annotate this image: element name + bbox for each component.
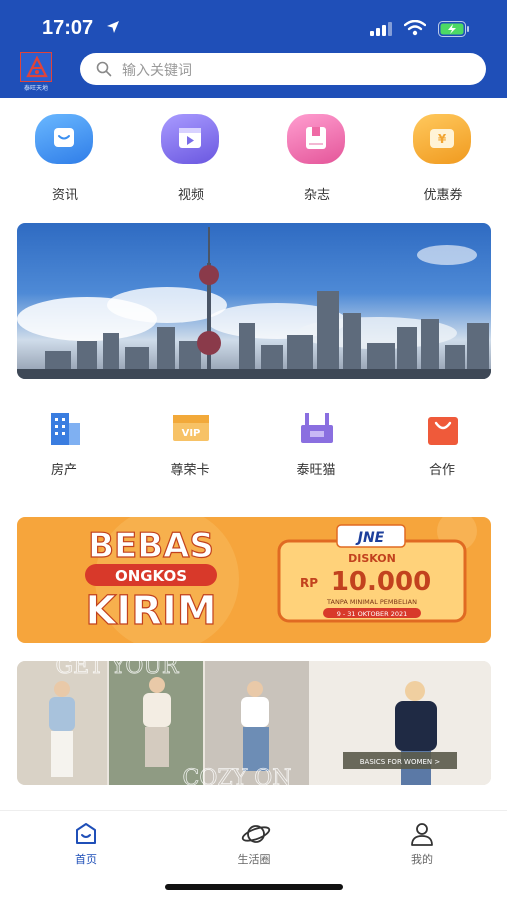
category-label: 视频 xyxy=(177,188,204,203)
promo-terms: TANPA MINIMAL PEMBELIAN xyxy=(326,598,417,606)
category-row: 资讯 视频 杂志 ¥ 优惠券 xyxy=(0,112,507,207)
search-placeholder: 输入关键词 xyxy=(122,63,192,79)
status-bar: 17:07 xyxy=(0,0,507,50)
battery-charging-icon xyxy=(438,21,469,37)
promo-line3: KIRIM xyxy=(85,588,216,634)
service-label: 房产 xyxy=(50,463,77,478)
category-coupon[interactable]: ¥ 优惠券 xyxy=(398,112,488,207)
location-arrow-icon xyxy=(107,21,119,33)
fashion-overlay-bottom: COZY ON xyxy=(183,766,292,785)
category-label: 杂志 xyxy=(303,188,330,203)
message-icon xyxy=(35,114,93,164)
tab-profile[interactable]: 我的 xyxy=(372,811,472,881)
promo-amount: 10.000 xyxy=(331,567,431,597)
service-label: 尊荣卡 xyxy=(170,463,210,478)
status-time: 17:07 xyxy=(42,17,94,39)
fashion-overlay-top: GET YOUR xyxy=(56,661,180,679)
logo-caption: 泰旺天地 xyxy=(23,85,48,92)
user-icon xyxy=(411,823,433,846)
promo-banner[interactable]: BEBAS ONGKOS KIRIM JNE DISKON RP 10.000 … xyxy=(17,517,491,643)
planet-icon xyxy=(241,825,271,843)
video-icon xyxy=(161,114,219,164)
category-magazine[interactable]: 杂志 xyxy=(272,112,362,207)
building-icon xyxy=(51,413,80,445)
search-bar[interactable]: 输入关键词 xyxy=(80,53,486,85)
promo-line1: BEBAS xyxy=(88,526,214,566)
promo-brand: JNE xyxy=(355,530,385,546)
logo-mark xyxy=(20,52,52,82)
service-cooperation[interactable]: 合作 xyxy=(394,405,490,485)
svg-text:VIP: VIP xyxy=(182,428,201,439)
category-news[interactable]: 资讯 xyxy=(20,112,110,207)
home-icon xyxy=(76,823,96,844)
magazine-icon xyxy=(287,114,345,164)
service-row: 房产 VIP 尊荣卡 泰旺猫 合作 xyxy=(0,405,507,485)
tab-label: 生活圈 xyxy=(237,853,271,866)
category-label: 优惠券 xyxy=(423,188,463,203)
bag-icon xyxy=(428,417,458,445)
service-label: 泰旺猫 xyxy=(296,463,336,478)
category-label: 资讯 xyxy=(51,188,78,203)
tab-label: 我的 xyxy=(411,853,433,866)
wifi-icon xyxy=(404,20,426,36)
svg-text:¥: ¥ xyxy=(438,132,447,146)
promo-diskon: DISKON xyxy=(348,552,396,565)
service-shop[interactable]: 泰旺猫 xyxy=(268,405,364,485)
service-vip-card[interactable]: VIP 尊荣卡 xyxy=(142,405,238,485)
service-real-estate[interactable]: 房产 xyxy=(16,405,112,485)
tab-label: 首页 xyxy=(75,853,97,866)
tab-home[interactable]: 首页 xyxy=(36,811,136,881)
search-icon xyxy=(96,61,112,77)
app-logo[interactable]: 泰旺天地 xyxy=(19,52,53,92)
category-video[interactable]: 视频 xyxy=(146,112,236,207)
promo-currency: RP xyxy=(300,576,318,590)
shop-icon xyxy=(301,413,333,443)
home-indicator xyxy=(165,884,343,890)
fashion-banner[interactable]: GET YOUR COZY ON BASICS FOR WOMEN > xyxy=(17,661,491,785)
tab-life-circle[interactable]: 生活圈 xyxy=(204,811,304,881)
promo-dates: 9 - 31 OKTOBER 2021 xyxy=(337,610,408,618)
fashion-tag: BASICS FOR WOMEN > xyxy=(360,758,441,766)
promo-line2: ONGKOS xyxy=(115,567,187,585)
city-banner[interactable] xyxy=(17,223,491,379)
vip-card-icon: VIP xyxy=(173,415,209,441)
cellular-signal-icon xyxy=(370,22,392,36)
app-header: 17:07 泰旺天地 输入关键词 xyxy=(0,0,507,98)
city-skyline-image xyxy=(17,227,491,379)
service-label: 合作 xyxy=(428,463,455,478)
coupon-icon: ¥ xyxy=(413,114,471,164)
